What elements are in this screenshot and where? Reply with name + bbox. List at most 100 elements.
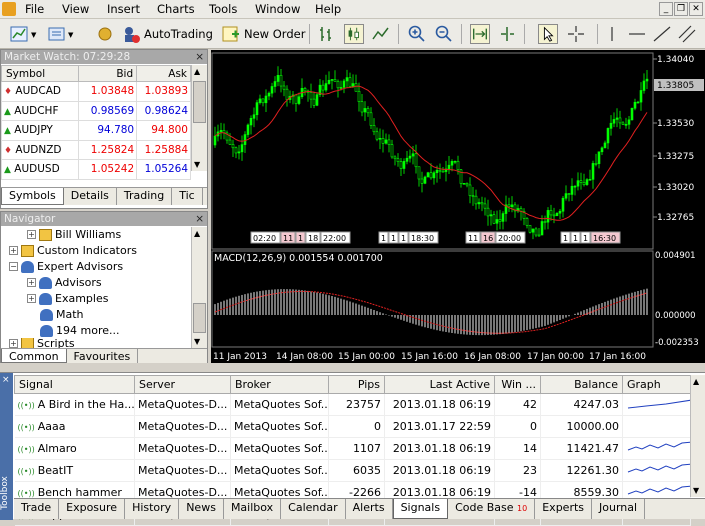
market-watch-scrollbar[interactable]: ▲ ▼ (191, 65, 207, 171)
candle-body (642, 80, 646, 91)
menu-file[interactable]: File (25, 2, 44, 16)
ask-cell: 94.800 (136, 120, 191, 141)
expand-icon[interactable]: + (9, 338, 18, 348)
price-chart[interactable]: 1.34040 1.33530 1.33275 1.33020 1.32765 1.338… (211, 50, 705, 363)
trendline-icon[interactable] (652, 24, 672, 44)
zoom-out-icon[interactable] (434, 24, 454, 44)
tab-history[interactable]: History (125, 499, 180, 519)
new-order-button[interactable]: New Order (221, 23, 305, 45)
menu-view[interactable]: View (62, 2, 89, 16)
signals-scrollbar[interactable]: ▲ ▼ (690, 375, 705, 497)
market-watch-row[interactable]: ▲ AUDCHF 0.98569 0.98624 (0, 100, 191, 121)
signal-row[interactable]: ((•)) Aaaa MetaQuotes-D... MetaQuotes Sof… (14, 415, 691, 438)
menu-insert[interactable]: Insert (107, 2, 140, 16)
close-icon[interactable]: × (2, 375, 10, 385)
col-balance[interactable]: Balance (540, 375, 623, 394)
candlestick-chart-icon[interactable] (344, 24, 364, 44)
col-server[interactable]: Server (134, 375, 231, 394)
nav-item-math[interactable]: Math (40, 308, 84, 321)
menu-charts[interactable]: Charts (157, 2, 195, 16)
crosshair-icon[interactable] (566, 24, 586, 44)
market-watch-row[interactable]: ♦ AUDNZD 1.25824 1.25884 (0, 139, 191, 160)
broker-cell: MetaQuotes Sof... (230, 393, 329, 416)
navigator-panel: Navigator × + Bill Williams + Custom Indic… (0, 211, 208, 363)
col-broker[interactable]: Broker (230, 375, 329, 394)
menu-tools[interactable]: Tools (209, 2, 237, 16)
chart-shift-icon[interactable] (497, 24, 517, 44)
col-pips[interactable]: Pips (328, 375, 385, 394)
new-chart-icon[interactable] (10, 24, 30, 44)
minimize-icon[interactable]: _ (659, 2, 673, 16)
scroll-thumb[interactable] (193, 81, 206, 123)
tab-trade[interactable]: Trade (14, 499, 60, 519)
tab-favourites[interactable]: Favourites (67, 349, 139, 363)
tab-exposure[interactable]: Exposure (59, 499, 126, 519)
line-chart-icon[interactable] (371, 24, 391, 44)
nav-item-custom-indicators[interactable]: + Custom Indicators (9, 244, 137, 257)
expand-icon[interactable]: + (27, 278, 36, 287)
market-watch-row[interactable]: ▲ AUDUSD 1.05242 1.05264 (0, 159, 191, 180)
close-icon[interactable]: × (195, 212, 204, 226)
expand-icon[interactable]: + (27, 230, 36, 239)
col-ask[interactable]: Ask (136, 65, 191, 82)
tab-experts[interactable]: Experts (535, 499, 593, 519)
market-watch-row[interactable]: ♦ AUDCAD 1.03848 1.03893 (0, 81, 191, 102)
vertical-line-icon[interactable] (602, 24, 622, 44)
tab-common[interactable]: Common (1, 349, 67, 363)
expand-icon[interactable]: + (9, 246, 18, 255)
nav-item-advisors[interactable]: + Advisors (27, 276, 102, 289)
signal-row[interactable]: ((•)) Almaro MetaQuotes-D... MetaQuotes S… (14, 437, 691, 460)
tab-trading[interactable]: Trading (117, 188, 173, 205)
restore-icon[interactable]: ❐ (674, 2, 688, 16)
tab-calendar[interactable]: Calendar (281, 499, 346, 519)
market-watch-icon[interactable] (95, 24, 115, 44)
nav-item-more[interactable]: 194 more... (40, 324, 119, 337)
mini-graph (627, 441, 690, 451)
col-symbol[interactable]: Symbol (0, 65, 80, 82)
signal-row[interactable]: ((•)) A Bird in the Ha... MetaQuotes-D...… (14, 393, 691, 416)
graph-cell (622, 459, 691, 482)
candle-body (549, 210, 553, 216)
candle-body (417, 166, 421, 180)
close-icon[interactable]: × (195, 50, 204, 64)
tab-details[interactable]: Details (64, 188, 117, 205)
close-icon[interactable]: ✕ (689, 2, 703, 16)
col-win-[interactable]: Win ... (494, 375, 541, 394)
chart-canvas[interactable]: 1.34040 1.33530 1.33275 1.33020 1.32765 1.338… (211, 50, 705, 363)
col-signal[interactable]: Signal (14, 375, 135, 394)
tab-symbols[interactable]: Symbols (1, 188, 64, 205)
market-watch-row[interactable]: ▲ AUDJPY 94.780 94.800 (0, 120, 191, 141)
signal-row[interactable]: ((•)) BeatIT MetaQuotes-D... MetaQuotes S… (14, 459, 691, 482)
symbol-cell: ♦ AUDNZD (0, 139, 80, 160)
nav-item-scripts[interactable]: + Scripts (9, 338, 75, 348)
tab-alerts[interactable]: Alerts (346, 499, 393, 519)
tab-news[interactable]: News (179, 499, 224, 519)
col-bid[interactable]: Bid (78, 65, 138, 82)
last-active-cell: 2013.01.17 22:59 (384, 415, 495, 438)
menu-help[interactable]: Help (315, 2, 341, 16)
equidistant-channel-icon[interactable] (677, 24, 697, 44)
profiles-icon[interactable] (47, 24, 67, 44)
bar-chart-icon[interactable] (317, 24, 337, 44)
zoom-in-icon[interactable] (407, 24, 427, 44)
col-last-active[interactable]: Last Active (384, 375, 495, 394)
nav-item-examples[interactable]: + Examples (27, 292, 108, 305)
tab-mailbox[interactable]: Mailbox (224, 499, 282, 519)
tab-journal[interactable]: Journal (592, 499, 646, 519)
nav-item-bill-williams[interactable]: + Bill Williams (27, 228, 121, 241)
cursor-icon[interactable] (538, 24, 558, 44)
tab-signals[interactable]: Signals (392, 499, 449, 519)
nav-item-expert-advisors[interactable]: − Expert Advisors (9, 260, 123, 273)
autotrading-button[interactable]: AutoTrading (121, 23, 213, 45)
tab-code-base[interactable]: Code Base 10 (448, 499, 536, 519)
auto-scroll-icon[interactable] (470, 24, 490, 44)
scroll-thumb[interactable] (193, 303, 206, 333)
app-icon[interactable] (2, 2, 16, 16)
col-graph[interactable]: Graph (622, 375, 691, 394)
navigator-scrollbar[interactable]: ▲ ▼ (191, 227, 207, 348)
collapse-icon[interactable]: − (9, 262, 18, 271)
tab-ticks[interactable]: Tic (172, 188, 203, 205)
expand-icon[interactable]: + (27, 294, 36, 303)
menu-window[interactable]: Window (255, 2, 300, 16)
horizontal-line-icon[interactable] (627, 24, 647, 44)
